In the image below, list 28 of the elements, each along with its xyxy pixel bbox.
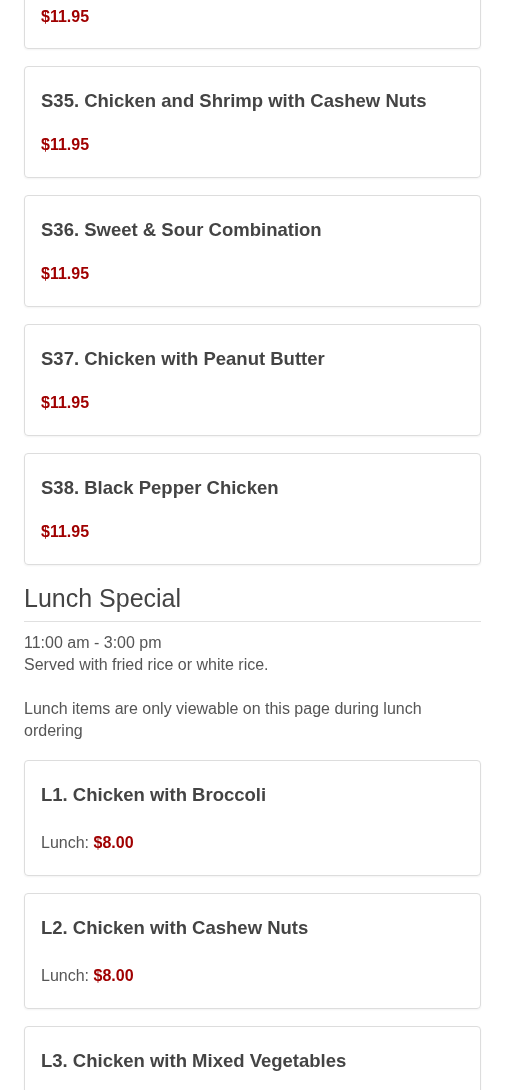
- item-price: $11.95: [41, 136, 90, 153]
- menu-item-card[interactable]: S38. Black Pepper Chicken $11.95: [24, 453, 481, 565]
- item-price: $8.00: [93, 967, 134, 984]
- menu-item-card[interactable]: $11.95: [24, 0, 481, 49]
- item-name: S37. Chicken with Peanut Butter: [41, 347, 326, 371]
- menu-item-card[interactable]: L2. Chicken with Cashew Nuts Lunch: $8.00: [24, 893, 481, 1009]
- menu-item-card[interactable]: S37. Chicken with Peanut Butter $11.95: [24, 324, 481, 436]
- item-name: L1. Chicken with Broccoli: [41, 783, 268, 807]
- menu-item-card[interactable]: L1. Chicken with Broccoli Lunch: $8.00: [24, 760, 481, 876]
- lunch-note: Lunch items are only viewable on this page during lunch ordering: [24, 699, 423, 741]
- menu-item-card[interactable]: S36. Sweet & Sour Combination $11.95: [24, 195, 481, 307]
- item-price: $11.95: [41, 523, 90, 540]
- served-note: Served with fried rice or white rice.: [24, 655, 270, 675]
- hours-text: 11:00 am - 3:00 pm: [24, 633, 163, 653]
- item-name: S36. Sweet & Sour Combination: [41, 218, 323, 242]
- price-label: Lunch:: [41, 834, 91, 851]
- item-name: S38. Black Pepper Chicken: [41, 476, 280, 500]
- menu-item-card[interactable]: S35. Chicken and Shrimp with Cashew Nuts $11.95: [24, 66, 481, 178]
- item-price: $8.00: [93, 834, 134, 851]
- item-price: $11.95: [41, 8, 90, 25]
- item-name: L2. Chicken with Cashew Nuts: [41, 916, 310, 940]
- section-heading: Lunch Special: [24, 581, 481, 622]
- item-name: S35. Chicken and Shrimp with Cashew Nuts: [41, 89, 428, 113]
- menu-item-card[interactable]: L3. Chicken with Mixed Vegetables: [24, 1026, 481, 1090]
- item-name: L3. Chicken with Mixed Vegetables: [41, 1049, 348, 1073]
- item-price: $11.95: [41, 265, 90, 282]
- price-label: Lunch:: [41, 967, 91, 984]
- item-price: $11.95: [41, 394, 90, 411]
